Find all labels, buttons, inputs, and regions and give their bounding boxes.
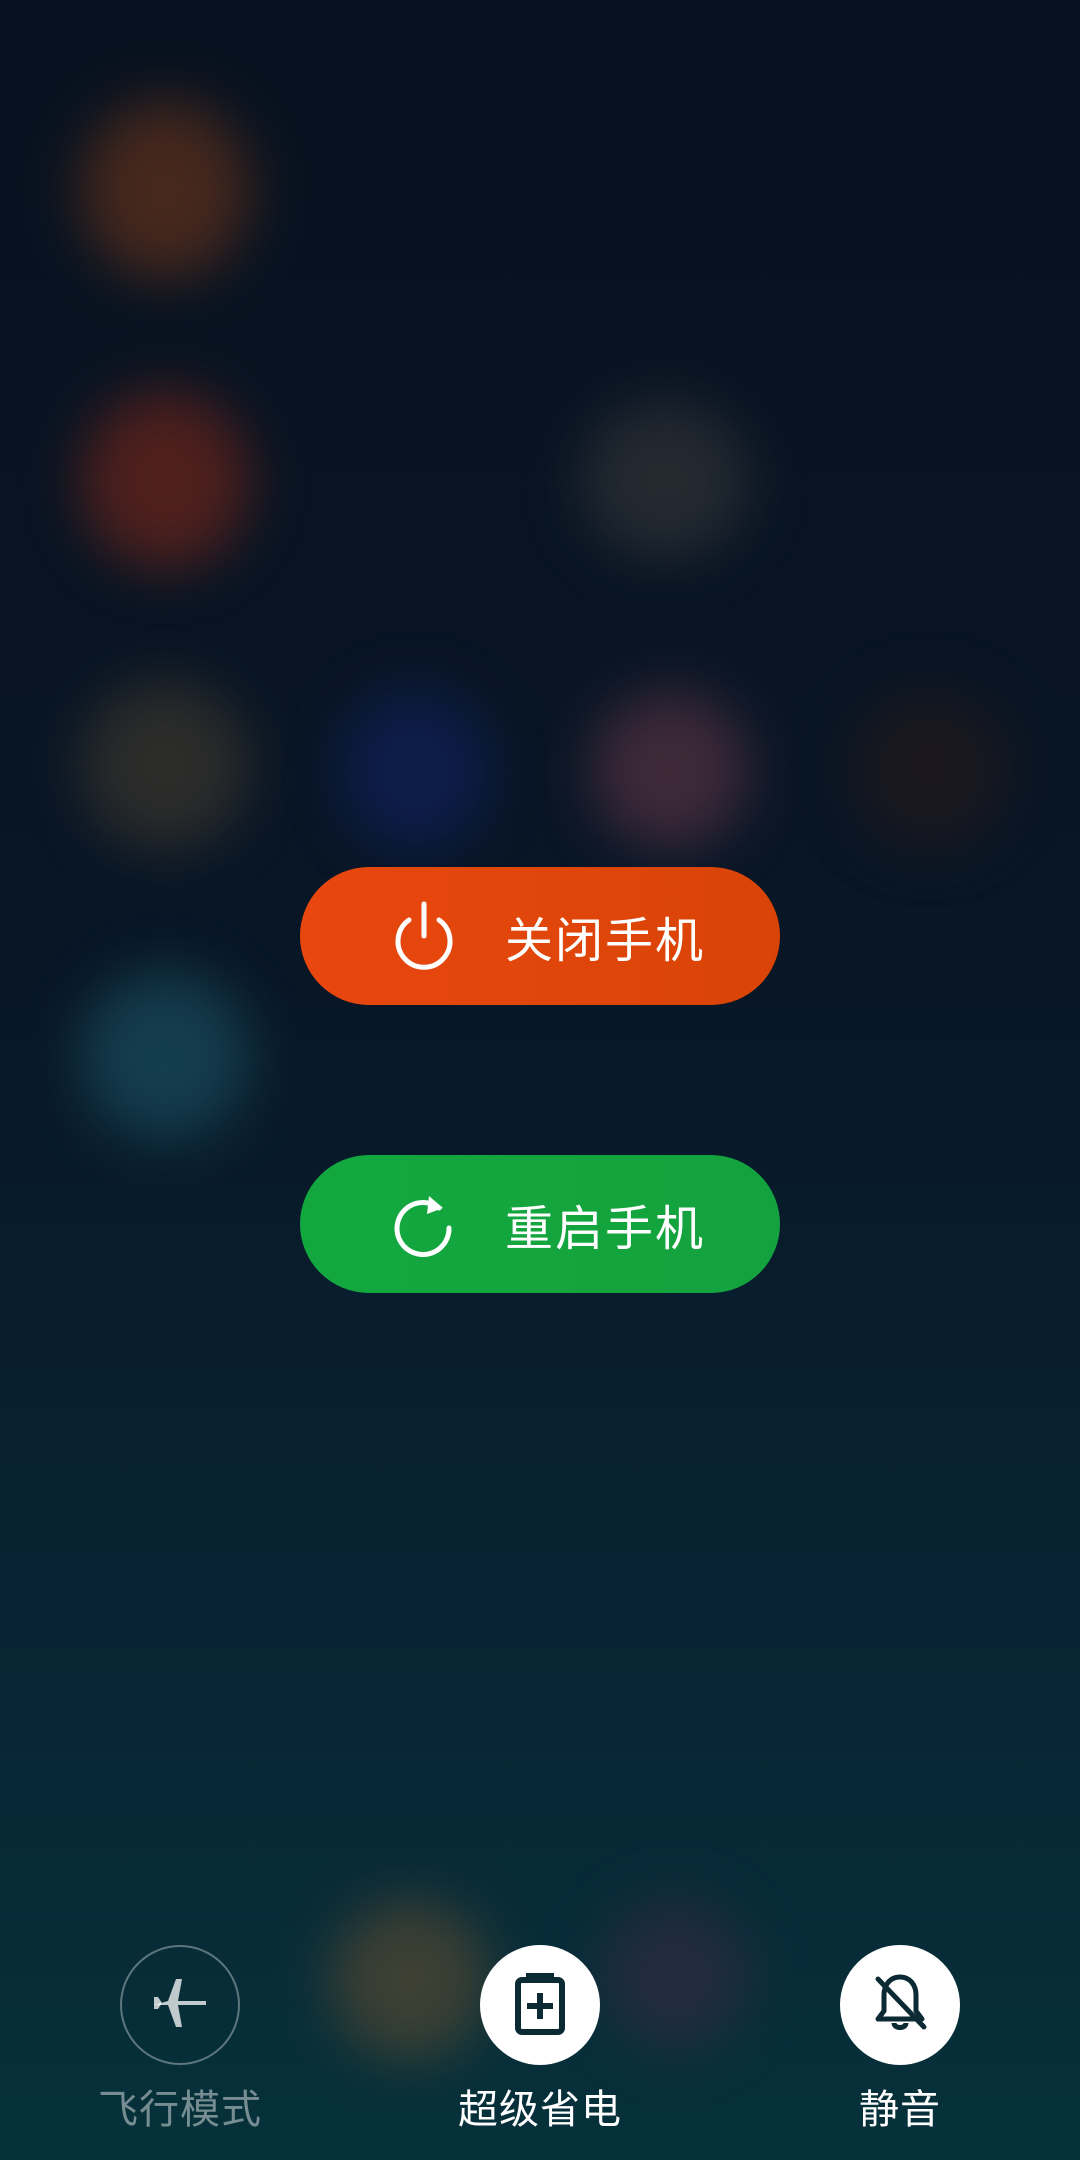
power-off-button[interactable]: 关闭手机 bbox=[300, 867, 780, 1005]
restart-label: 重启手机 bbox=[505, 1201, 706, 1257]
super-power-saving-circle[interactable] bbox=[480, 1945, 600, 2065]
airplane-mode-circle[interactable] bbox=[120, 1945, 240, 2065]
mute-circle[interactable] bbox=[840, 1945, 960, 2065]
airplane-mode-label: 飞行模式 bbox=[98, 2087, 262, 2133]
super-power-saving-label: 超级省电 bbox=[458, 2087, 622, 2133]
airplane-icon bbox=[148, 1971, 212, 2039]
restart-button[interactable]: 重启手机 bbox=[300, 1155, 780, 1293]
super-power-saving-toggle[interactable]: 超级省电 bbox=[430, 1945, 650, 2135]
restart-icon bbox=[388, 1188, 460, 1260]
power-icon bbox=[388, 900, 460, 972]
mute-label: 静音 bbox=[859, 2087, 941, 2133]
mute-toggle[interactable]: 静音 bbox=[790, 1945, 1010, 2135]
battery-plus-icon bbox=[512, 1971, 568, 2039]
airplane-mode-toggle[interactable]: 飞行模式 bbox=[70, 1945, 290, 2135]
power-off-label: 关闭手机 bbox=[505, 913, 706, 969]
bell-off-icon bbox=[868, 1971, 932, 2039]
